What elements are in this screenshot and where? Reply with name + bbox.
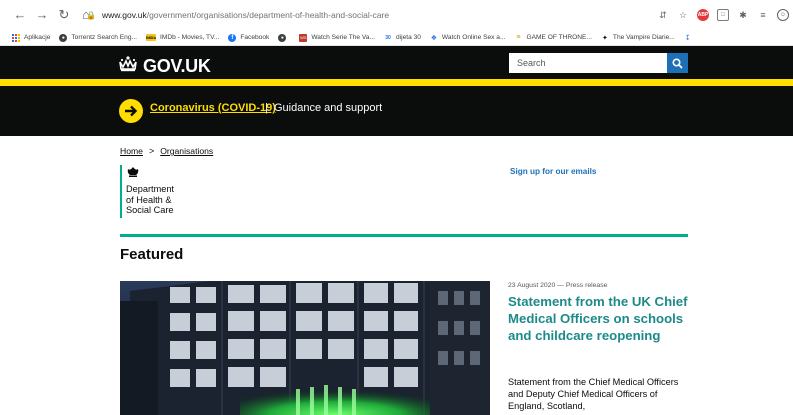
organisation-name: Department of Health & Social Care xyxy=(126,184,175,215)
bookmark-vampire-diaries[interactable]: ✦ The Vampire Diarie... xyxy=(601,34,675,42)
arrow-right-icon xyxy=(119,99,143,123)
translate-icon[interactable]: ⇵ xyxy=(657,9,669,21)
bookmark-torrentz[interactable]: ● Torrentz Search Eng... xyxy=(59,33,137,42)
extension-icons: ⇵ ☆ ABP □ ✱ ≡ ☺ xyxy=(657,6,789,24)
crown-icon xyxy=(118,55,138,77)
watch-series-icon: WS xyxy=(299,33,308,42)
bookmark-watch-online[interactable]: ❖ Watch Online Sex a... xyxy=(430,34,506,42)
bookmark-game-of-thrones[interactable]: ≡ GAME OF THRONE... xyxy=(514,34,592,42)
url-path: /government/organisations/department-of-… xyxy=(146,10,390,20)
url-host: www.gov.uk xyxy=(101,10,147,20)
bookmarks-bar: Aplikacje ● Torrentz Search Eng... IMDb … xyxy=(0,30,793,46)
govuk-header: GOV.UK Search xyxy=(0,46,793,79)
yellow-divider xyxy=(0,79,793,86)
covid-guidance-text: | Guidance and support xyxy=(265,102,383,114)
featured-image[interactable] xyxy=(120,281,490,415)
reading-list-icon[interactable]: ≡ xyxy=(757,9,769,21)
dijeta-icon: 30 xyxy=(385,34,391,41)
bookmark-apps[interactable]: Aplikacje xyxy=(12,33,50,42)
bookmark-dijeta[interactable]: 30 dijeta 30 xyxy=(384,34,421,42)
bookmark-globe[interactable]: ● xyxy=(278,33,290,42)
got-icon: ≡ xyxy=(516,34,521,41)
featured-description: Statement from the Chief Medical Officer… xyxy=(508,377,679,411)
featured-heading: Featured xyxy=(120,246,184,263)
facebook-icon: f xyxy=(228,33,237,42)
adblock-icon[interactable]: ABP xyxy=(697,9,709,21)
featured-title-link[interactable]: Statement from the UK Chief Medical Offi… xyxy=(508,293,688,344)
covid-banner: Coronavirus (COVID-19) | Guidance and su… xyxy=(0,86,793,136)
bookmark-facebook[interactable]: f Facebook xyxy=(228,33,269,42)
covid-link[interactable]: Coronavirus (COVID-19) xyxy=(150,102,276,114)
organisation-logo: Department of Health & Social Care xyxy=(120,165,174,218)
signup-emails-link[interactable]: Sign up for our emails xyxy=(510,167,596,176)
apps-grid-icon xyxy=(12,33,20,42)
bird-icon: ❖ xyxy=(430,34,438,42)
reload-icon[interactable]: ↻ xyxy=(56,8,72,22)
puzzle-extension-icon[interactable]: ✱ xyxy=(737,9,749,21)
download-icon: ↧ xyxy=(684,34,691,42)
globe-icon: ● xyxy=(59,33,68,42)
vampire-icon: ✦ xyxy=(601,34,608,42)
breadcrumb-organisations-link[interactable]: Organisations xyxy=(160,146,213,156)
imdb-icon: IMDb xyxy=(146,34,156,41)
profile-avatar-icon[interactable]: ☺ xyxy=(777,9,789,21)
bookmark-imdb[interactable]: IMDb IMDb - Movies, TV... xyxy=(146,34,219,41)
breadcrumb-separator: > xyxy=(148,146,155,156)
search-input[interactable]: Search xyxy=(509,53,667,73)
back-arrow-icon[interactable]: ← xyxy=(12,8,28,22)
star-bookmark-icon[interactable]: ☆ xyxy=(677,9,689,21)
featured-meta: 23 August 2020 — Press release xyxy=(508,282,608,289)
bookmark-download[interactable]: ↧ xyxy=(684,34,696,42)
breadcrumb-home-link[interactable]: Home xyxy=(120,146,143,156)
breadcrumb: Home > Organisations xyxy=(120,146,213,156)
lock-icon: 🔒 xyxy=(86,10,96,20)
royal-crest-icon xyxy=(126,165,174,182)
govuk-logo-link[interactable]: GOV.UK xyxy=(118,55,211,77)
bookmark-watch-serie[interactable]: WS Watch Serie The Va... xyxy=(299,33,375,42)
address-bar[interactable]: 🔒 www.gov.uk/government/organisations/de… xyxy=(86,6,696,24)
browser-toolbar: ← → ↻ ⌂ 🔒 www.gov.uk/government/organisa… xyxy=(0,0,793,30)
globe-icon: ● xyxy=(278,33,287,42)
teal-divider xyxy=(120,234,688,237)
search-icon xyxy=(672,57,683,69)
govuk-logo-text: GOV.UK xyxy=(143,55,211,76)
forward-arrow-icon[interactable]: → xyxy=(34,8,50,22)
search-button[interactable] xyxy=(667,53,688,73)
screenshot-extension-icon[interactable]: □ xyxy=(717,9,729,21)
